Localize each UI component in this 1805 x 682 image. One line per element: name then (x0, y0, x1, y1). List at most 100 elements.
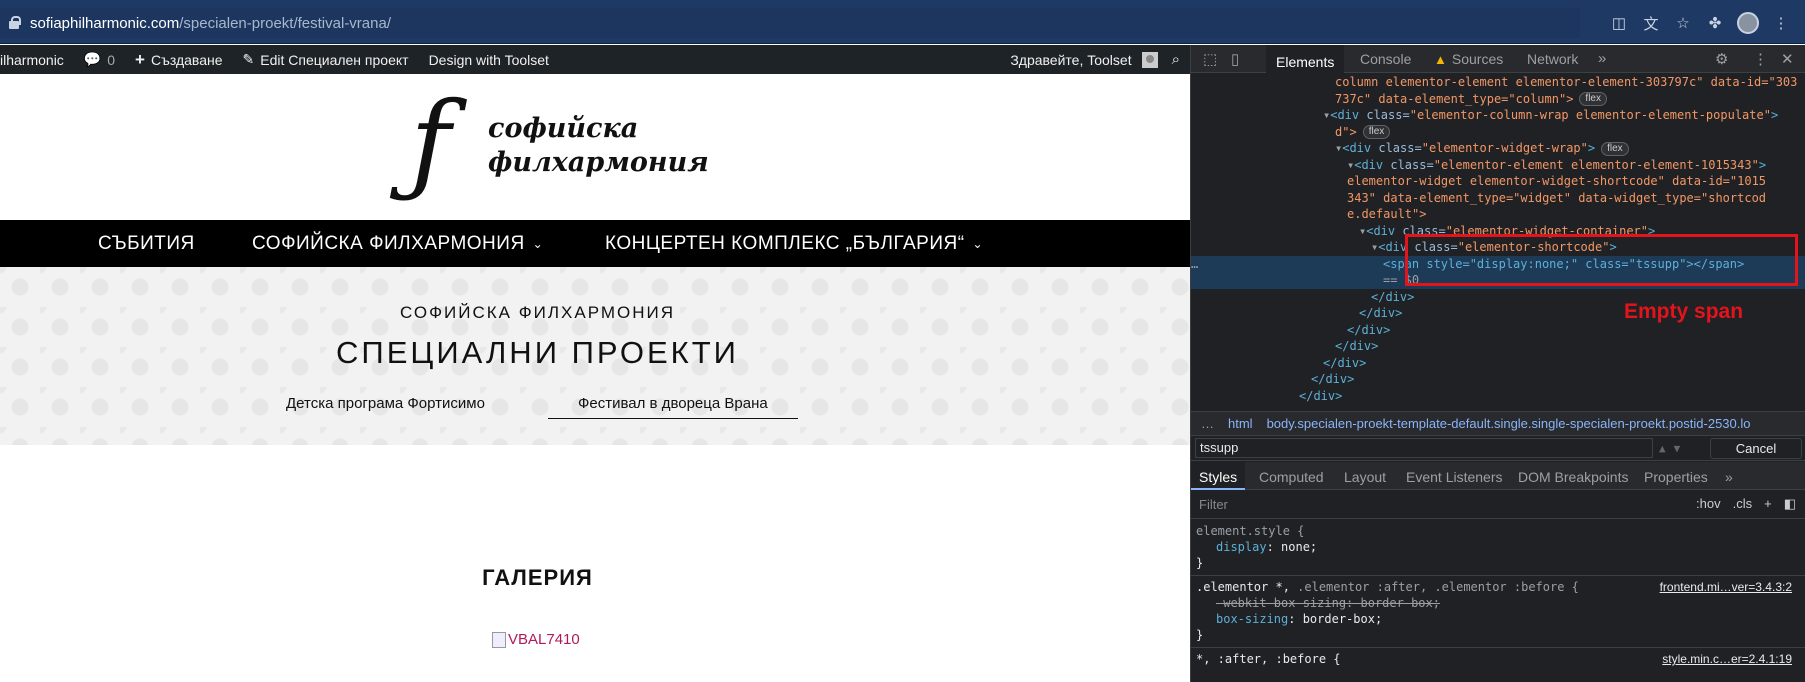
styles-filter-input[interactable]: Filter (1199, 497, 1228, 512)
search-next-icon[interactable]: ▼ (1674, 442, 1681, 455)
edit-label: Edit Специален проект (260, 51, 409, 68)
dom-node-line[interactable]: e.default"> (1191, 206, 1805, 223)
nav-item-concert-complex[interactable]: КОНЦЕРТЕН КОМПЛЕКС „БЪЛГАРИЯ“ ⌄ (605, 233, 983, 255)
tab-computed[interactable]: Computed (1259, 469, 1324, 485)
prop-value: border-box; (1302, 612, 1383, 626)
project-link-fortissimo[interactable]: Детска програма Фортисимо (286, 395, 485, 412)
flex-badge[interactable]: flex (1362, 125, 1391, 139)
node-actions-ellipsis: … (1191, 256, 1199, 271)
camera-blocked-icon[interactable]: ◫ (1609, 13, 1629, 33)
admin-edit[interactable]: ✎ Edit Специален проект (243, 51, 409, 68)
rule-source-link[interactable]: style.min.c…er=2.4.1:19 (1662, 651, 1792, 667)
chevron-down-icon: ⌄ (972, 237, 984, 251)
tab-styles[interactable]: Styles (1191, 462, 1246, 490)
dom-node-line[interactable]: </div> (1191, 338, 1805, 355)
tab-layout[interactable]: Layout (1344, 469, 1386, 485)
more-options-icon[interactable]: ⋮ (1753, 50, 1768, 68)
dom-node-line[interactable]: </div> (1191, 355, 1805, 372)
user-avatar[interactable] (1141, 51, 1158, 68)
styles-filter-row: Filter :hov .cls + ◧ (1191, 491, 1805, 519)
dom-search-input[interactable]: tssupp (1195, 438, 1653, 458)
rule-elementor[interactable]: .elementor *, .elementor :after, .elemen… (1191, 576, 1805, 648)
extensions-puzzle-icon[interactable]: ✤ (1705, 13, 1725, 33)
rule-universal[interactable]: *, :after, :before { style.min.c…er=2.4.… (1191, 648, 1805, 671)
pencil-icon: ✎ (242, 51, 255, 67)
dom-search-row: tssupp ▲ ▼ Cancel (1191, 435, 1805, 461)
plus-icon: + (135, 49, 145, 69)
dom-node-line[interactable]: 737c" data-element_type="column"> flex (1191, 91, 1805, 108)
tab-sources[interactable]: ▲ Sources (1434, 51, 1503, 67)
bookmark-star-icon[interactable]: ☆ (1673, 13, 1693, 33)
admin-create[interactable]: + Създаване (135, 50, 222, 70)
devtools-panel: ⬚ ▯ Elements Console ▲ Sources Network »… (1190, 45, 1805, 682)
translate-icon[interactable]: 文 (1641, 13, 1661, 33)
device-toolbar-icon[interactable]: ▯ (1231, 50, 1239, 68)
tab-network[interactable]: Network (1527, 51, 1578, 67)
admin-site-link[interactable]: ilharmonic (0, 52, 64, 68)
dom-node-line[interactable]: elementor-widget elementor-widget-shortc… (1191, 173, 1805, 190)
flex-badge[interactable]: flex (1579, 92, 1607, 106)
add-rule-icon[interactable]: + (1764, 496, 1772, 512)
dom-node-line[interactable]: ▾<div class="elementor-element elementor… (1191, 157, 1805, 174)
rule-selector: .elementor *, (1196, 580, 1290, 594)
rule-declaration[interactable]: -webkit-box-sizing: border-box; (1196, 595, 1801, 611)
more-menu-icon[interactable]: ⋮ (1771, 13, 1791, 33)
dom-node-line[interactable]: ▾<div class="elementor-column-wrap eleme… (1191, 107, 1805, 124)
breadcrumb-ellipsis[interactable]: … (1201, 416, 1214, 431)
dom-node-line[interactable]: column elementor-element elementor-eleme… (1191, 74, 1805, 91)
hov-toggle[interactable]: :hov (1696, 496, 1721, 512)
more-tabs-icon[interactable]: » (1598, 50, 1606, 67)
url-path: /specialen-proekt/festival-vrana/ (179, 14, 391, 32)
settings-gear-icon[interactable]: ⚙ (1715, 50, 1728, 68)
filter-tools: :hov .cls + ◧ (1696, 496, 1796, 512)
rule-element-style[interactable]: element.style { display: none; } (1191, 520, 1805, 576)
rule-selector-rest: .elementor :after, .elementor :before { (1289, 580, 1579, 594)
dom-node-line[interactable]: 343" data-element_type="widget" data-wid… (1191, 190, 1805, 207)
tab-console[interactable]: Console (1360, 51, 1411, 67)
comments-count: 0 (107, 51, 116, 68)
search-prev-icon[interactable]: ▲ (1659, 442, 1666, 455)
annotation-highlight-box (1405, 234, 1798, 286)
rule-source-link[interactable]: frontend.mi…ver=3.4.3:2 (1660, 579, 1792, 595)
tab-event-listeners[interactable]: Event Listeners (1406, 469, 1503, 485)
inspect-element-icon[interactable]: ⬚ (1203, 50, 1217, 68)
chevron-down-icon: ⌄ (532, 237, 544, 251)
rule-declaration[interactable]: box-sizing: border-box; (1196, 611, 1801, 627)
profile-avatar-icon[interactable] (1737, 12, 1759, 34)
admin-design-toolset[interactable]: Design with Toolset (429, 52, 549, 68)
address-bar[interactable]: sofiaphilharmonic.com/specialen-proekt/f… (0, 8, 1580, 38)
cls-toggle[interactable]: .cls (1733, 496, 1753, 512)
flex-badge[interactable]: flex (1601, 141, 1629, 156)
breadcrumb-body[interactable]: body.specialen-proekt-template-default.s… (1267, 416, 1751, 431)
rule-close: } (1196, 556, 1204, 570)
search-icon[interactable]: ⌕ (1172, 51, 1180, 68)
admin-comments[interactable]: 💬 0 (84, 51, 115, 68)
rule-declaration[interactable]: display: none; (1196, 539, 1801, 555)
prop-value: none; (1281, 540, 1318, 554)
tab-properties[interactable]: Properties (1644, 469, 1708, 485)
tab-elements[interactable]: Elements (1266, 45, 1345, 73)
hero-subtitle: СОФИЙСКА ФИЛХАРМОНИЯ (399, 303, 675, 322)
toggle-sidebar-icon[interactable]: ◧ (1784, 496, 1796, 512)
browser-toolbar: sofiaphilharmonic.com/specialen-proekt/f… (0, 0, 1805, 44)
breadcrumb-html[interactable]: html (1228, 416, 1253, 431)
nav-item-events[interactable]: СЪБИТИЯ (98, 233, 195, 255)
nav-item-sofia-philharmonic[interactable]: СОФИЙСКА ФИЛХАРМОНИЯ ⌄ (252, 233, 543, 255)
gallery-image[interactable]: VBAL7410 (492, 631, 580, 648)
dom-node-line[interactable]: </div> (1191, 371, 1805, 388)
logo-glyph: ƒ (410, 78, 451, 206)
admin-greeting[interactable]: Здравейте, Toolset (1010, 52, 1131, 68)
site-logo[interactable]: ƒ софийска филхармония (410, 78, 709, 206)
create-label: Създаване (150, 51, 223, 68)
url-host: sofiaphilharmonic.com (30, 14, 180, 32)
main-nav: СЪБИТИЯ СОФИЙСКА ФИЛХАРМОНИЯ ⌄ КОНЦЕРТЕН… (0, 220, 1190, 267)
search-cancel-button[interactable]: Cancel (1710, 438, 1802, 459)
dom-node-line[interactable]: ▾<div class="elementor-widget-wrap"> flex (1191, 140, 1805, 157)
style-rules: element.style { display: none; } .elemen… (1191, 520, 1805, 671)
dom-node-line[interactable]: d"> flex (1191, 124, 1805, 141)
tab-dom-breakpoints[interactable]: DOM Breakpoints (1518, 469, 1628, 485)
project-link-vrana[interactable]: Фестивал в двореца Врана (548, 395, 798, 419)
more-style-tabs-icon[interactable]: » (1725, 469, 1733, 485)
dom-node-line[interactable]: </div> (1191, 388, 1805, 405)
close-devtools-icon[interactable]: ✕ (1781, 50, 1794, 68)
